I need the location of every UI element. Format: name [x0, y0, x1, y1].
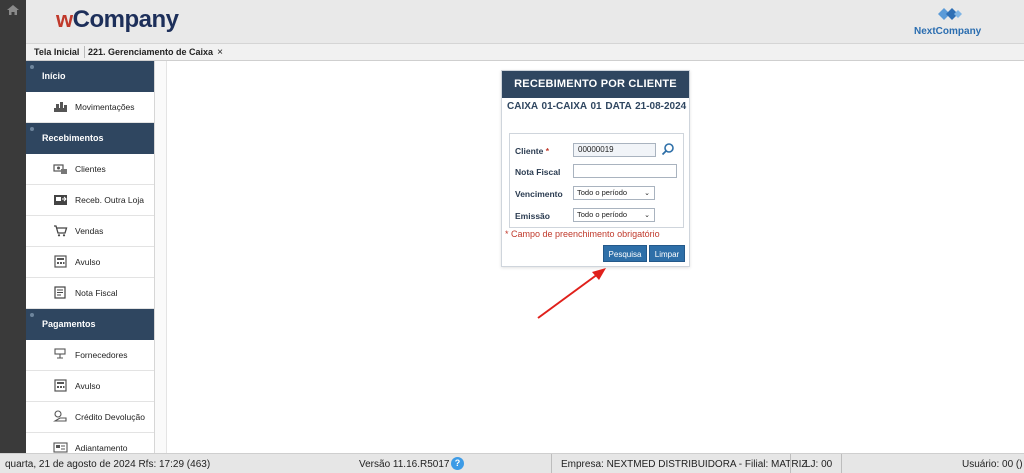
help-icon[interactable]: ? [451, 457, 464, 470]
footer-company: Empresa: NEXTMED DISTRIBUIDORA - Filial:… [561, 459, 808, 470]
footer-divider [841, 454, 842, 473]
footer-divider [551, 454, 552, 473]
footer-version: Versão 11.16.R5017 [359, 459, 450, 470]
status-bar: quarta, 21 de agosto de 2024 Rfs: 17:29 … [0, 453, 1024, 473]
footer-store: LJ: 00 [805, 459, 833, 470]
annotation-arrow-icon [537, 268, 606, 319]
footer-divider [790, 454, 791, 473]
footer-user: Usuário: 00 () [962, 459, 1023, 470]
footer-datetime: quarta, 21 de agosto de 2024 Rfs: 17:29 … [5, 459, 211, 470]
